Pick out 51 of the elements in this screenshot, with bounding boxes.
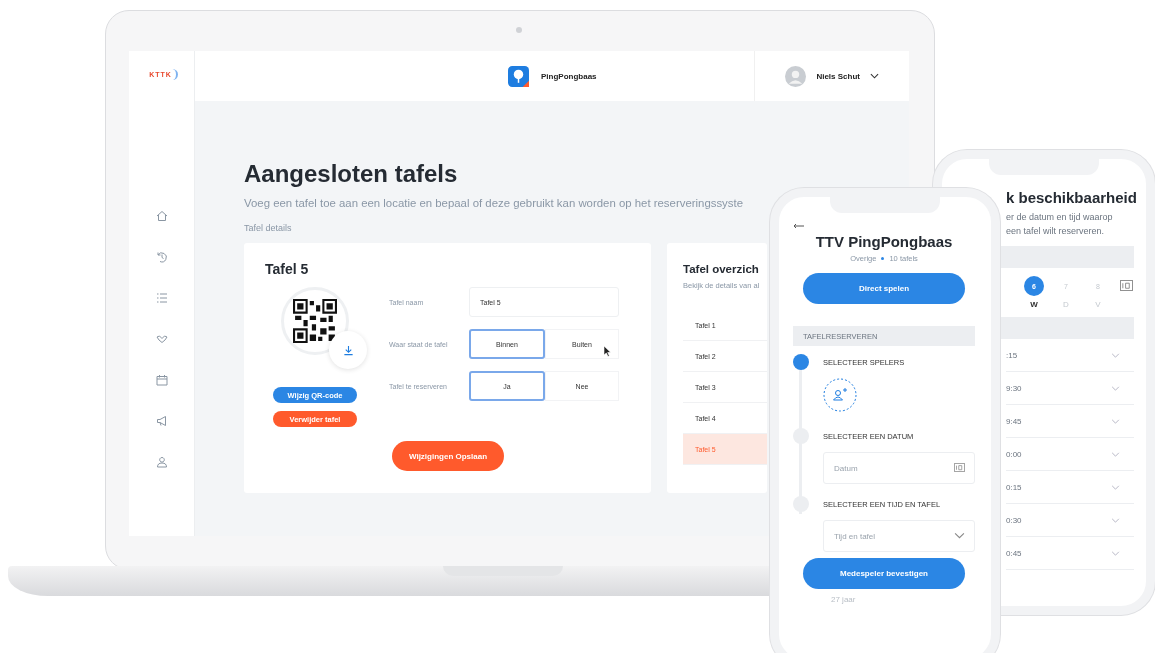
user-icon[interactable] xyxy=(155,456,168,468)
confirm-button[interactable]: Medespeler bevestigen xyxy=(803,558,965,589)
section-label: Tafel details xyxy=(244,223,292,233)
time-slot-row[interactable]: 0:30 xyxy=(1006,504,1134,537)
hands-icon[interactable] xyxy=(155,333,168,345)
camera-dot xyxy=(516,27,522,33)
chevron-down-icon xyxy=(1111,385,1120,391)
avatar-icon xyxy=(785,65,807,87)
time-slot-row[interactable]: 0:45 xyxy=(1006,537,1134,570)
home-icon[interactable] xyxy=(155,210,168,222)
separator-dot xyxy=(881,257,885,260)
megaphone-icon[interactable] xyxy=(155,415,168,427)
time-slot-row[interactable]: 9:45 xyxy=(1006,405,1134,438)
chevron-down-icon xyxy=(1111,451,1120,457)
list-icon[interactable] xyxy=(155,292,168,304)
paddle-app-icon xyxy=(508,65,529,87)
date-field[interactable]: Datum xyxy=(823,452,975,484)
back-arrow-icon[interactable] xyxy=(793,223,805,229)
chevron-down-icon xyxy=(1111,517,1120,523)
card-title: Tafel overzich xyxy=(683,263,760,275)
time-slot-row[interactable]: 9:30 xyxy=(1006,372,1134,405)
play-button[interactable]: Direct spelen xyxy=(803,273,965,304)
chevron-down-icon xyxy=(870,73,879,79)
time-table-select[interactable]: Tijd en tafel xyxy=(823,520,975,552)
history-icon[interactable] xyxy=(155,251,168,263)
download-button[interactable] xyxy=(329,331,367,369)
cursor-icon xyxy=(603,345,611,357)
download-icon xyxy=(342,344,354,356)
club-title: TTV PingPongbaas xyxy=(814,233,954,250)
calendar-icon xyxy=(954,463,965,472)
page-subtitle: Voeg een tafel toe aan een locatie en bepaal of deze gebruikt kan worden op het reserveringssyste xyxy=(244,197,743,209)
chevron-down-icon xyxy=(1111,352,1120,358)
description-text: er de datum en tijd waarop xyxy=(1006,211,1114,224)
add-player-icon[interactable] xyxy=(823,378,857,412)
page-title: Aangesloten tafels xyxy=(244,159,458,189)
time-slot-row[interactable]: 0:15 xyxy=(1006,471,1134,504)
qr-code-icon xyxy=(293,299,337,343)
user-menu[interactable]: Niels Schut xyxy=(754,51,879,101)
calendar-icon[interactable] xyxy=(1120,280,1133,291)
time-slot-row[interactable]: :15 xyxy=(1006,339,1134,372)
chevron-down-icon xyxy=(1111,550,1120,556)
chevron-down-icon xyxy=(1111,484,1120,490)
card-title: Tafel 5 xyxy=(265,261,310,277)
calendar-icon[interactable] xyxy=(155,374,168,386)
screen-title: k beschikbaarheid xyxy=(1006,189,1134,206)
save-button[interactable]: Wijzigingen Opslaan xyxy=(392,441,504,471)
time-slot-row[interactable]: 0:00 xyxy=(1006,438,1134,471)
app-name: PingPongbaas xyxy=(541,71,597,81)
chevron-down-icon xyxy=(1111,418,1120,424)
chevron-down-icon xyxy=(954,531,965,540)
description-text: een tafel wilt reserveren. xyxy=(1006,225,1106,238)
